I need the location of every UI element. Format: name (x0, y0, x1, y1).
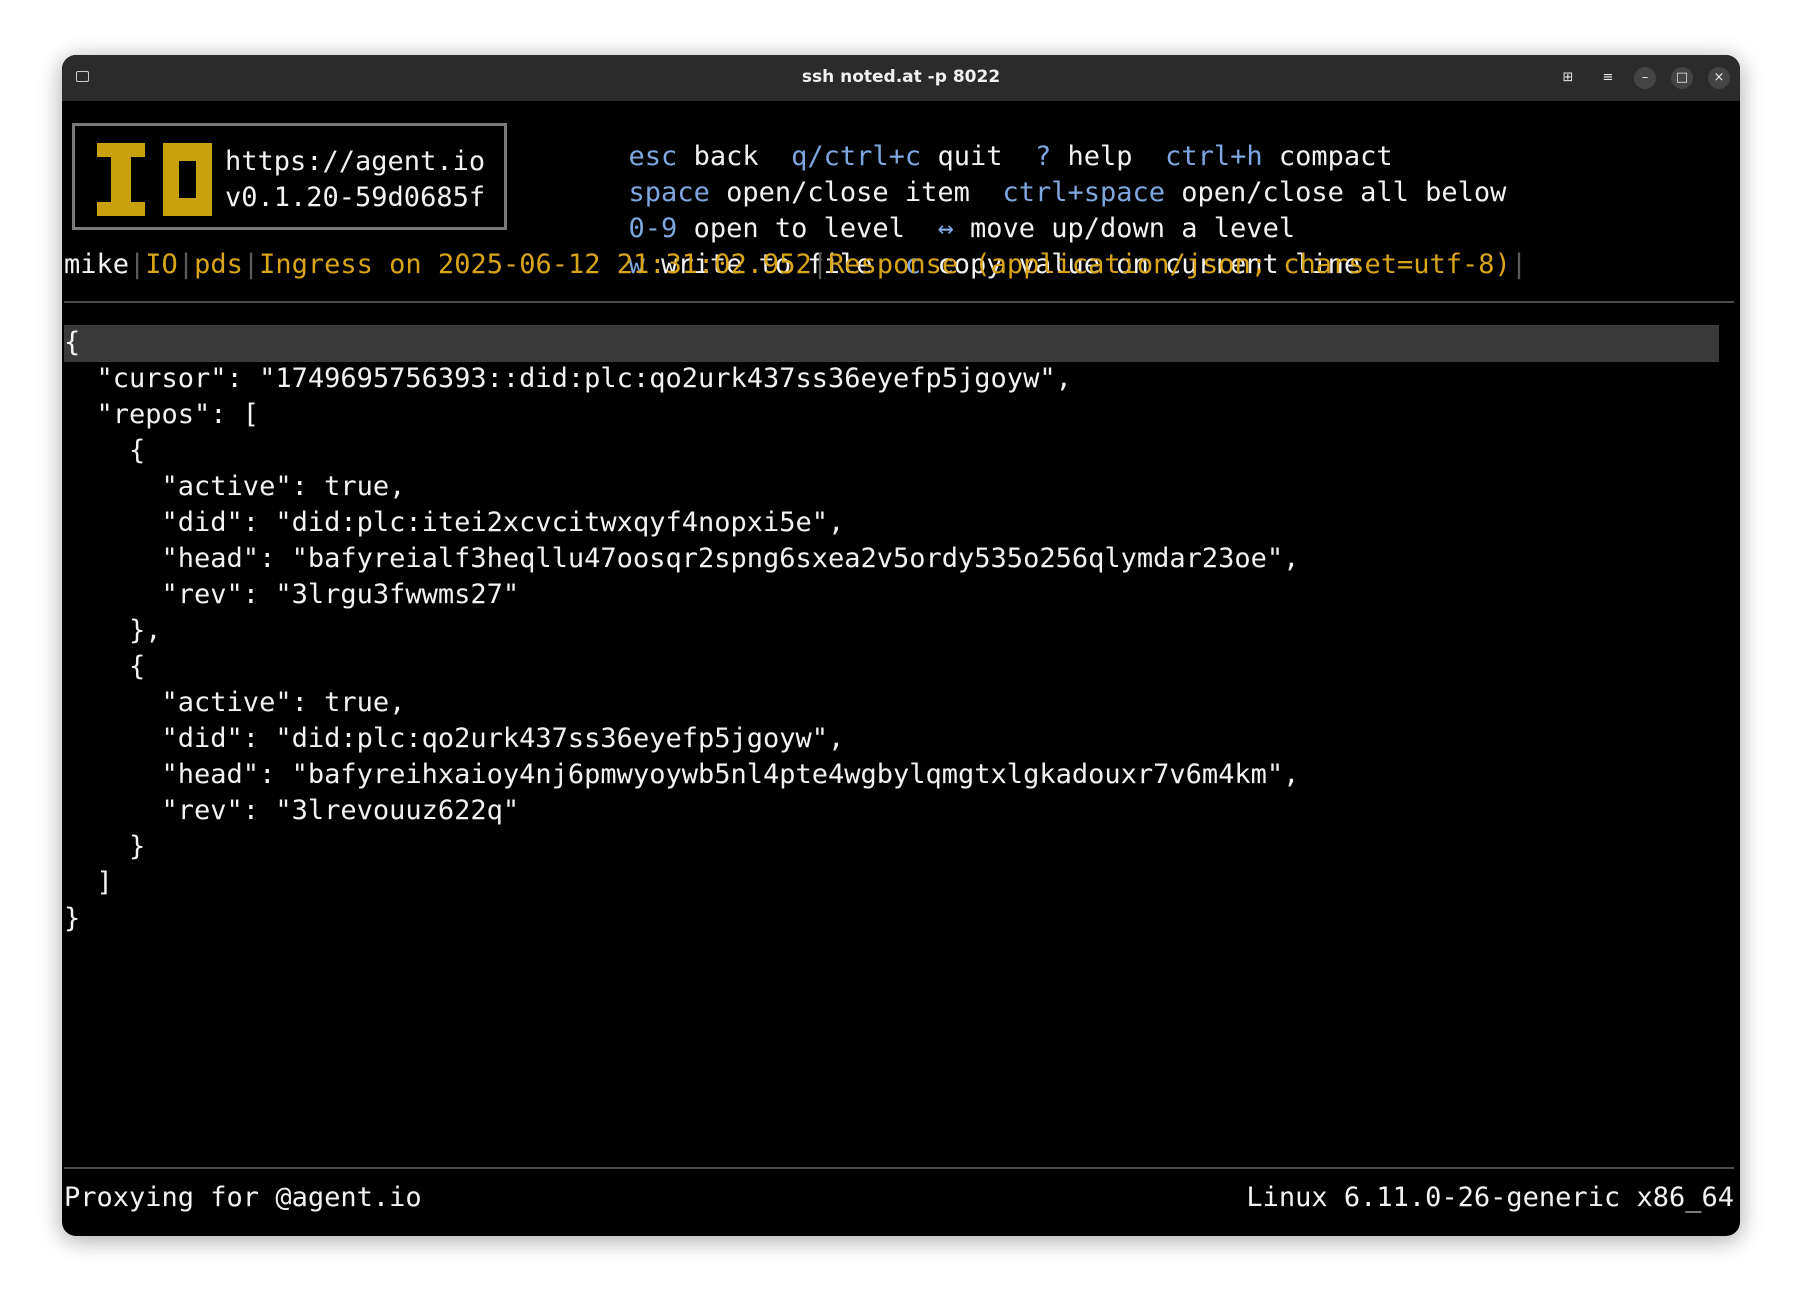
logo-version: v0.1.20-59d0685f (225, 182, 486, 213)
json-line[interactable]: "cursor": "1749695756393::did:plc:qo2urk… (64, 361, 1072, 397)
breadcrumb-user: mike (64, 249, 130, 280)
json-line[interactable]: "did": "did:plc:qo2urk437ss36eyefp5jgoyw… (64, 721, 845, 757)
breadcrumb-item[interactable]: IO (145, 249, 178, 280)
title-bar: ssh noted.at -p 8022 ⊞ ≡ – □ × (62, 55, 1740, 101)
io-logo (97, 143, 212, 216)
json-line[interactable]: "active": true, (64, 685, 406, 721)
logo-url: https://agent.io (225, 146, 486, 177)
json-line[interactable]: "active": true, (64, 469, 406, 505)
header-divider (64, 301, 1734, 303)
breadcrumb-item[interactable]: pds (194, 249, 243, 280)
json-line[interactable]: ] (64, 865, 113, 901)
breadcrumb-item[interactable]: Response (application/json; charset=utf-… (828, 249, 1511, 280)
cursor-line-highlight (64, 325, 1719, 362)
json-line[interactable]: { (64, 649, 145, 685)
json-line[interactable]: "head": "bafyreihxaioy4nj6pmwyoywb5nl4pt… (64, 757, 1300, 793)
window-title: ssh noted.at -p 8022 (801, 67, 1001, 87)
breadcrumb-separator: | (1510, 249, 1528, 280)
json-line[interactable]: } (64, 901, 80, 937)
minimize-icon[interactable]: – (1634, 67, 1656, 89)
footer-system-info: Linux 6.11.0-26-generic x86_64 (1246, 1182, 1734, 1213)
json-line[interactable]: "rev": "3lrevouuz622q" (64, 793, 520, 829)
json-line[interactable]: } (64, 829, 145, 865)
help-line-2: space open/close item ctrl+space open/cl… (531, 139, 1507, 208)
breadcrumb-separator: | (242, 249, 260, 280)
json-line[interactable]: "rev": "3lrgu3fwwms27" (64, 577, 520, 613)
json-line[interactable]: }, (64, 613, 162, 649)
json-line[interactable]: "repos": [ (64, 397, 260, 433)
help-line-1: esc back q/ctrl+c quit ? help ctrl+h com… (531, 103, 1393, 172)
breadcrumb-separator: | (177, 249, 195, 280)
close-icon[interactable]: × (1708, 67, 1730, 89)
maximize-icon[interactable]: □ (1671, 67, 1693, 89)
json-line[interactable]: "did": "did:plc:itei2xcvcitwxqyf4nopxi5e… (64, 505, 845, 541)
breadcrumb-separator: | (811, 249, 829, 280)
footer-divider (64, 1167, 1734, 1169)
json-line[interactable]: { (64, 433, 145, 469)
terminal-content[interactable]: https://agent.io v0.1.20-59d0685f esc ba… (62, 101, 1740, 1236)
json-line[interactable]: "head": "bafyreialf3heqllu47oosqr2spng6s… (64, 541, 1300, 577)
breadcrumb-separator: | (129, 249, 146, 280)
breadcrumb-item[interactable]: Ingress on 2025-06-12 21:31:02.952 (259, 249, 812, 280)
terminal-window: ssh noted.at -p 8022 ⊞ ≡ – □ × https://a… (62, 55, 1740, 1236)
logo-box: https://agent.io v0.1.20-59d0685f (72, 123, 507, 230)
help-line-3: 0-9 open to level ↔ move up/down a level (531, 175, 1296, 244)
breadcrumb: mike|IO|pds|Ingress on 2025-06-12 21:31:… (64, 247, 1527, 283)
help-line-4: w write to file c copy value on current … (531, 211, 1361, 280)
json-line[interactable]: { (64, 325, 80, 361)
menu-icon[interactable]: ≡ (1597, 67, 1619, 89)
grid-icon[interactable]: ⊞ (1557, 67, 1579, 89)
footer-proxy-status: Proxying for @agent.io (64, 1182, 422, 1213)
